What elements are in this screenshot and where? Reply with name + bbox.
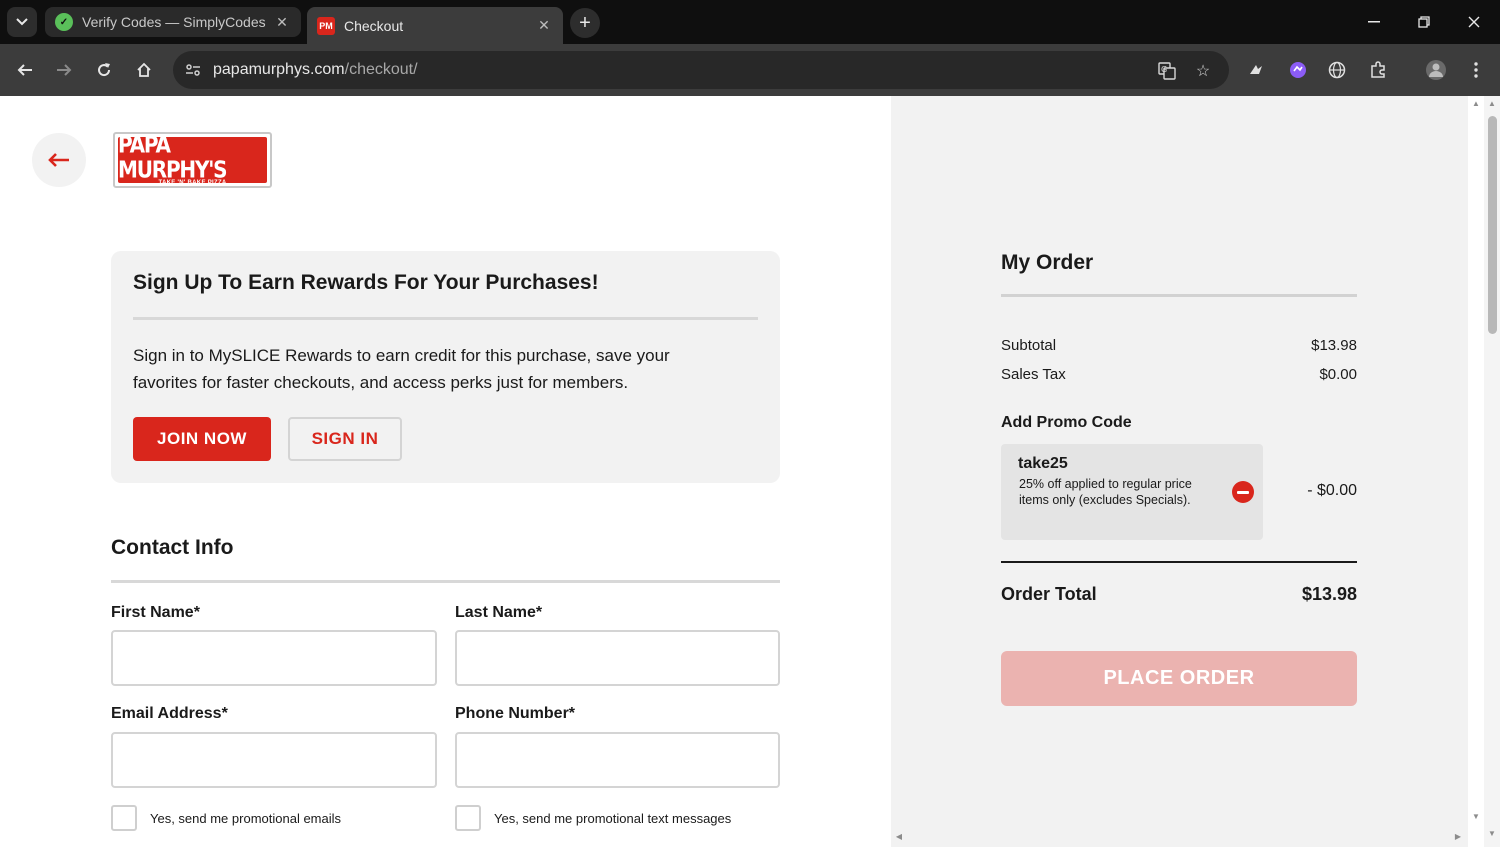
scroll-down-icon[interactable]: ▼: [1484, 829, 1500, 838]
promo-code-text: take25: [1018, 455, 1068, 472]
scroll-up-icon[interactable]: ▲: [1484, 99, 1500, 108]
phone-field[interactable]: [455, 732, 780, 788]
promo-emails-checkbox[interactable]: [111, 805, 137, 831]
logo-wordmark: PAPA MURPHY'S: [118, 130, 228, 183]
back-button[interactable]: [32, 133, 86, 187]
promo-discount-value: - $0.00: [1307, 482, 1357, 499]
scroll-down-icon[interactable]: ▼: [1468, 812, 1484, 821]
restore-window-icon[interactable]: [1399, 0, 1449, 44]
extension-purple-icon[interactable]: [1286, 58, 1310, 82]
site-settings-icon[interactable]: [183, 60, 203, 80]
scroll-left-icon[interactable]: ◀: [891, 832, 907, 841]
back-arrow-icon[interactable]: [9, 54, 41, 86]
last-name-field[interactable]: [455, 630, 780, 686]
order-summary-panel: My Order Subtotal $13.98 Sales Tax $0.00…: [891, 96, 1468, 847]
email-label: Email Address*: [111, 705, 228, 722]
phone-label: Phone Number*: [455, 705, 576, 722]
url-path: /checkout/: [344, 61, 418, 78]
divider: [1001, 294, 1357, 297]
scroll-up-icon[interactable]: ▲: [1468, 99, 1484, 108]
my-order-heading: My Order: [1001, 251, 1094, 274]
home-icon[interactable]: [128, 54, 160, 86]
checkout-form-column: PAPA MURPHY'S TAKE 'N' BAKE PIZZA Sign U…: [0, 96, 891, 847]
join-now-button[interactable]: JOIN NOW: [133, 417, 271, 461]
papa-murphys-logo[interactable]: PAPA MURPHY'S TAKE 'N' BAKE PIZZA: [113, 130, 272, 188]
tab-title: Checkout: [344, 17, 404, 34]
sales-tax-label: Sales Tax: [1001, 366, 1066, 383]
tab-title: Verify Codes — SimplyCodes: [82, 14, 266, 30]
email-field[interactable]: [111, 732, 437, 788]
order-total-value: $13.98: [1301, 584, 1357, 604]
applied-promo-card: take25 25% off applied to regular price …: [1001, 444, 1263, 540]
sign-in-button[interactable]: SIGN IN: [288, 417, 402, 461]
reload-icon[interactable]: [88, 54, 120, 86]
page-scrollbar[interactable]: ▲ ▼: [1484, 96, 1500, 847]
bookmark-star-icon[interactable]: ☆: [1192, 60, 1214, 82]
sales-tax-value: $0.00: [1319, 366, 1357, 383]
forward-arrow-icon[interactable]: [48, 54, 80, 86]
promo-description: 25% off applied to regular price items o…: [1019, 477, 1192, 507]
remove-promo-icon[interactable]: [1232, 481, 1254, 503]
promo-texts-checkbox[interactable]: [455, 805, 481, 831]
order-total-label: Order Total: [1001, 584, 1097, 604]
translate-icon[interactable]: G: [1156, 60, 1178, 82]
rewards-title: Sign Up To Earn Rewards For Your Purchas…: [133, 271, 599, 294]
tab-search-chevron-down-icon[interactable]: [7, 7, 37, 37]
tab-checkout[interactable]: PM Checkout ✕: [307, 7, 563, 44]
divider: [1001, 561, 1357, 563]
promo-texts-label: Yes, send me promotional text messages: [494, 811, 732, 826]
close-tab-icon[interactable]: ✕: [535, 17, 553, 34]
horizontal-scrollbar[interactable]: ◀ ▶: [891, 829, 1468, 847]
rewards-signup-card: Sign Up To Earn Rewards For Your Purchas…: [111, 251, 780, 483]
minimize-icon[interactable]: [1349, 0, 1399, 44]
extension-bird-icon[interactable]: [1244, 58, 1268, 82]
contact-info-heading: Contact Info: [111, 536, 234, 559]
svg-text:G: G: [1161, 65, 1167, 74]
rewards-description: Sign in to MySLICE Rewards to earn credi…: [133, 346, 670, 392]
panel-scrollbar[interactable]: ▲ ▼: [1468, 96, 1484, 847]
first-name-label: First Name*: [111, 604, 200, 621]
scroll-right-icon[interactable]: ▶: [1450, 832, 1466, 841]
subtotal-value: $13.98: [1311, 337, 1357, 354]
browser-tab-bar: ✓ Verify Codes — SimplyCodes ✕ PM Checko…: [0, 0, 1500, 44]
simplycodes-check-icon: ✓: [55, 13, 73, 31]
profile-avatar-icon[interactable]: [1424, 58, 1448, 82]
add-promo-code-link[interactable]: Add Promo Code: [1001, 414, 1132, 432]
scrollbar-thumb[interactable]: [1488, 116, 1497, 334]
first-name-field[interactable]: [111, 630, 437, 686]
close-window-icon[interactable]: [1449, 0, 1499, 44]
address-bar[interactable]: papamurphys.com/checkout/ G ☆: [173, 51, 1229, 89]
back-arrow-icon: [48, 153, 69, 167]
place-order-button[interactable]: PLACE ORDER: [1001, 651, 1357, 706]
divider: [133, 317, 758, 320]
extensions-puzzle-icon[interactable]: [1366, 58, 1390, 82]
browser-menu-icon[interactable]: [1464, 58, 1488, 82]
papa-murphys-pm-icon: PM: [317, 16, 335, 35]
tab-simplycodes[interactable]: ✓ Verify Codes — SimplyCodes ✕: [45, 7, 301, 37]
promo-emails-label: Yes, send me promotional emails: [150, 811, 342, 826]
last-name-label: Last Name*: [455, 604, 543, 621]
url-domain: papamurphys.com: [213, 61, 345, 78]
close-tab-icon[interactable]: ✕: [273, 14, 291, 31]
new-tab-plus-icon[interactable]: +: [570, 8, 600, 38]
subtotal-label: Subtotal: [1001, 337, 1057, 354]
divider: [111, 580, 780, 583]
browser-toolbar: papamurphys.com/checkout/ G ☆: [0, 44, 1500, 96]
extension-globe-icon[interactable]: [1325, 58, 1349, 82]
checkout-page: PAPA MURPHY'S TAKE 'N' BAKE PIZZA Sign U…: [0, 96, 1500, 847]
